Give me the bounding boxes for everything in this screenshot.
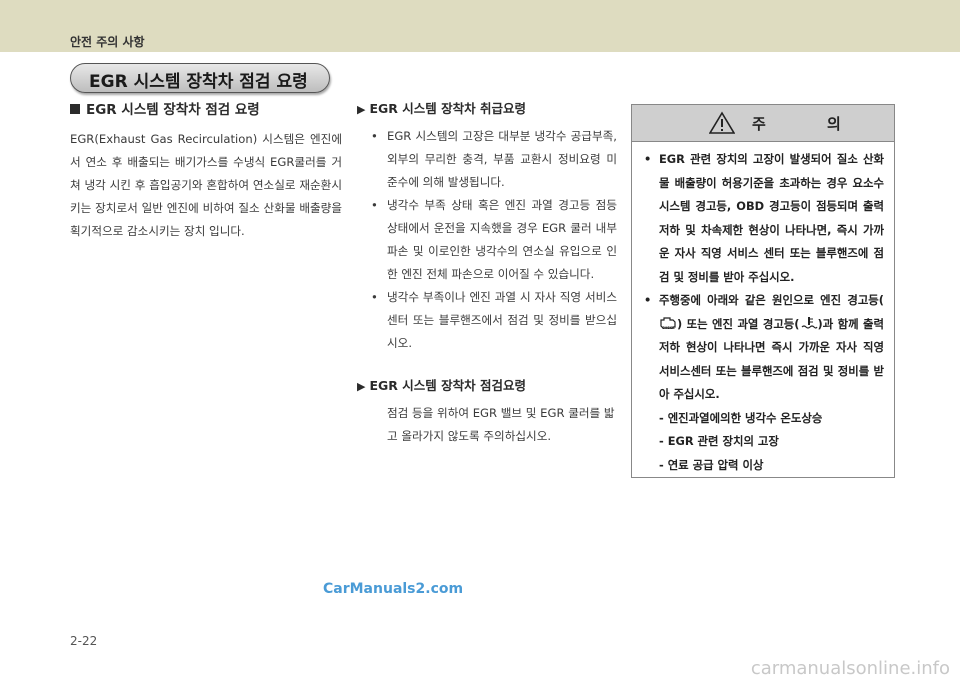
handling-list: • EGR 시스템의 고장은 대부분 냉각수 공급부족, 외부의 무리한 충격, … (357, 125, 617, 355)
intro-paragraph: EGR(Exhaust Gas Recirculation) 시스템은 엔진에서… (70, 132, 342, 238)
intro-heading: EGR 시스템 장착차 점검 요령 (70, 98, 342, 118)
caution-box: 주 의 • EGR 관련 장치의 고장이 발생되어 질소 산화물 배출량이 허용기… (631, 104, 895, 478)
page-header-title: 안전 주의 사항 (70, 35, 145, 49)
cause-item: - 연료 공급 압력 이상 (659, 457, 764, 472)
cause-item: - EGR 관련 장치의 고장 (659, 434, 779, 448)
cause-item: - 엔진과열에의한 냉각수 온도상승 (659, 410, 823, 425)
inspect-paragraph: 점검 등을 위하여 EGR 밸브 및 EGR 쿨러를 밟고 올라가지 않도록 주… (387, 406, 615, 443)
section-title-text: EGR 시스템 장착차 점검 요령 (89, 72, 308, 92)
page-header-bar: 안전 주의 사항 (0, 0, 960, 52)
caution-body: • EGR 관련 장치의 고장이 발생되어 질소 산화물 배출량이 허용기준을 초… (632, 142, 894, 477)
caution-title: 주 의 (752, 115, 869, 133)
caution-item: • EGR 관련 장치의 고장이 발생되어 질소 산화물 배출량이 허용기준을 초… (644, 152, 884, 284)
triangle-bullet-icon: ▶ (357, 380, 366, 393)
list-item: • 냉각수 부족 상태 혹은 엔진 과열 경고등 점등 상태에서 운전을 지속했을… (371, 198, 617, 281)
page-number: 2-22 (70, 634, 98, 648)
section-title-pill: EGR 시스템 장착차 점검 요령 (70, 63, 330, 93)
engine-check-icon: CHECK (660, 316, 676, 330)
list-item: • EGR 시스템의 고장은 대부분 냉각수 공급부족, 외부의 무리한 충격, … (371, 129, 617, 189)
coolant-temperature-icon (801, 316, 818, 329)
intro-heading-text: EGR 시스템 장착차 점검 요령 (86, 102, 260, 118)
inspect-heading-text: EGR 시스템 장착차 점검요령 (369, 378, 526, 393)
handling-column: ▶ EGR 시스템 장착차 취급요령 • EGR 시스템의 고장은 대부분 냉각수 … (357, 98, 617, 448)
handling-heading: ▶ EGR 시스템 장착차 취급요령 (357, 98, 617, 117)
footer-url: carmanualsonline.info (750, 658, 950, 679)
warning-triangle-icon (709, 111, 735, 134)
svg-text:CHECK: CHECK (662, 326, 675, 330)
handling-heading-text: EGR 시스템 장착차 취급요령 (369, 101, 526, 116)
caution-header: 주 의 (632, 105, 894, 142)
watermark: CarManuals2.com (323, 581, 464, 597)
list-item: • 냉각수 부족이나 엔진 과열 시 자사 직영 서비스센터 또는 블루핸즈에서 … (371, 290, 617, 350)
intro-column: EGR 시스템 장착차 점검 요령 EGR(Exhaust Gas Recirc… (70, 98, 342, 243)
triangle-bullet-icon: ▶ (357, 103, 366, 116)
square-bullet-icon (70, 104, 80, 114)
inspect-heading: ▶ EGR 시스템 장착차 점검요령 (357, 375, 617, 394)
caution-item: • 주행중에 아래와 같은 원인으로 엔진 경고등(CHECK) 또는 엔진 과열… (644, 293, 884, 401)
